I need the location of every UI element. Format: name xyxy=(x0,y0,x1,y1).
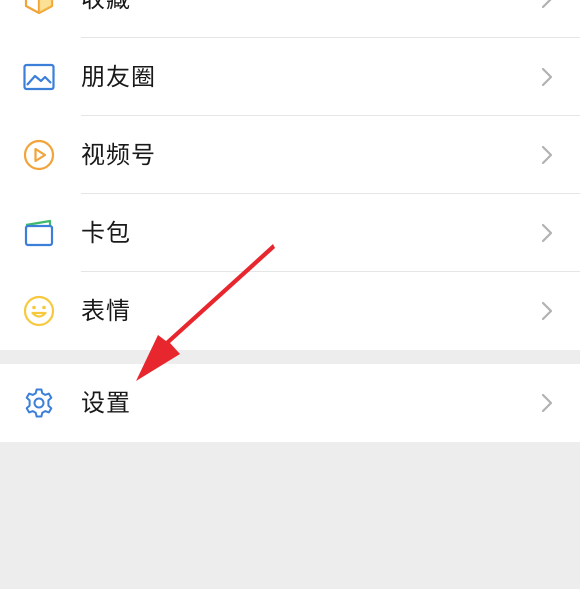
channels-play-icon xyxy=(22,138,56,172)
menu-item-settings[interactable]: 设置 xyxy=(0,364,580,442)
menu-group-settings: 设置 xyxy=(0,364,580,442)
menu-group-main: 收藏 朋友圈 xyxy=(0,0,580,350)
chevron-right-icon xyxy=(540,144,554,166)
menu-item-favorites[interactable]: 收藏 xyxy=(0,0,580,38)
menu-item-channels[interactable]: 视频号 xyxy=(0,116,580,194)
chevron-right-icon xyxy=(540,222,554,244)
menu-item-card-wallet[interactable]: 卡包 xyxy=(0,194,580,272)
chevron-right-icon xyxy=(540,66,554,88)
menu-item-label: 卡包 xyxy=(81,219,131,247)
gear-icon xyxy=(22,386,56,420)
menu-item-label: 朋友圈 xyxy=(81,63,156,91)
card-wallet-icon xyxy=(22,216,56,250)
favorites-cube-icon xyxy=(22,0,56,16)
sticker-smile-icon xyxy=(22,294,56,328)
menu-item-stickers[interactable]: 表情 xyxy=(0,272,580,350)
chevron-right-icon xyxy=(540,392,554,414)
moments-picture-icon xyxy=(22,60,56,94)
chevron-right-icon xyxy=(540,0,554,10)
me-page: 收藏 朋友圈 xyxy=(0,0,580,589)
menu-item-moments[interactable]: 朋友圈 xyxy=(0,38,580,116)
chevron-right-icon xyxy=(540,300,554,322)
menu-item-label: 设置 xyxy=(81,389,131,417)
menu-item-label: 视频号 xyxy=(81,141,156,169)
menu-item-label: 收藏 xyxy=(81,0,131,38)
menu-item-label: 表情 xyxy=(81,297,131,325)
